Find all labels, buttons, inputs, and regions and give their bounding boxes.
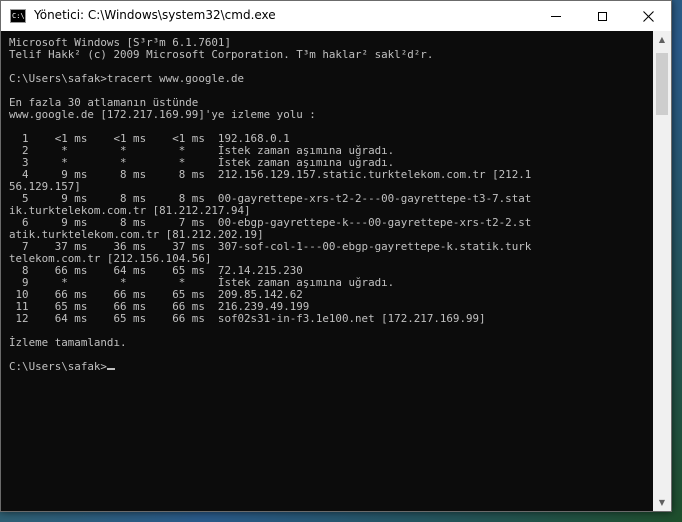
scroll-up-icon[interactable]: ▲: [653, 31, 671, 48]
scrollbar-thumb[interactable]: [656, 53, 668, 115]
console-area[interactable]: Microsoft Windows [S³r³m 6.1.7601] Telif…: [1, 31, 653, 511]
console-line: İzleme tamamlandı.: [9, 336, 127, 349]
close-icon: [642, 10, 654, 22]
close-button[interactable]: [625, 1, 671, 31]
window-title: Yönetici: C:\Windows\system32\cmd.exe: [34, 8, 276, 22]
maximize-icon: [597, 11, 607, 21]
title-bar[interactable]: C:\ Yönetici: C:\Windows\system32\cmd.ex…: [1, 1, 671, 31]
minimize-button[interactable]: [533, 1, 579, 31]
text-cursor: [106, 368, 115, 370]
console-line: 12 64 ms 65 ms 66 ms sof02s31-in-f3.1e10…: [9, 312, 486, 325]
console-line: Telif Hakk² (c) 2009 Microsoft Corporati…: [9, 48, 434, 61]
scroll-down-icon[interactable]: ▼: [653, 494, 671, 511]
vertical-scrollbar[interactable]: ▲ ▼: [653, 31, 671, 511]
console-line: C:\Users\safak>tracert www.google.de: [9, 72, 245, 85]
minimize-icon: [551, 15, 561, 17]
console-line: www.google.de [172.217.169.99]'ye izleme…: [9, 108, 316, 121]
cmd-window: C:\ Yönetici: C:\Windows\system32\cmd.ex…: [0, 0, 672, 512]
console-line: 4 9 ms 8 ms 8 ms 212.156.129.157.static.…: [9, 168, 532, 181]
console-output: Microsoft Windows [S³r³m 6.1.7601] Telif…: [9, 37, 531, 373]
cmd-app-icon[interactable]: C:\: [10, 9, 26, 23]
console-line: C:\Users\safak>: [9, 360, 107, 373]
maximize-button[interactable]: [579, 1, 625, 31]
